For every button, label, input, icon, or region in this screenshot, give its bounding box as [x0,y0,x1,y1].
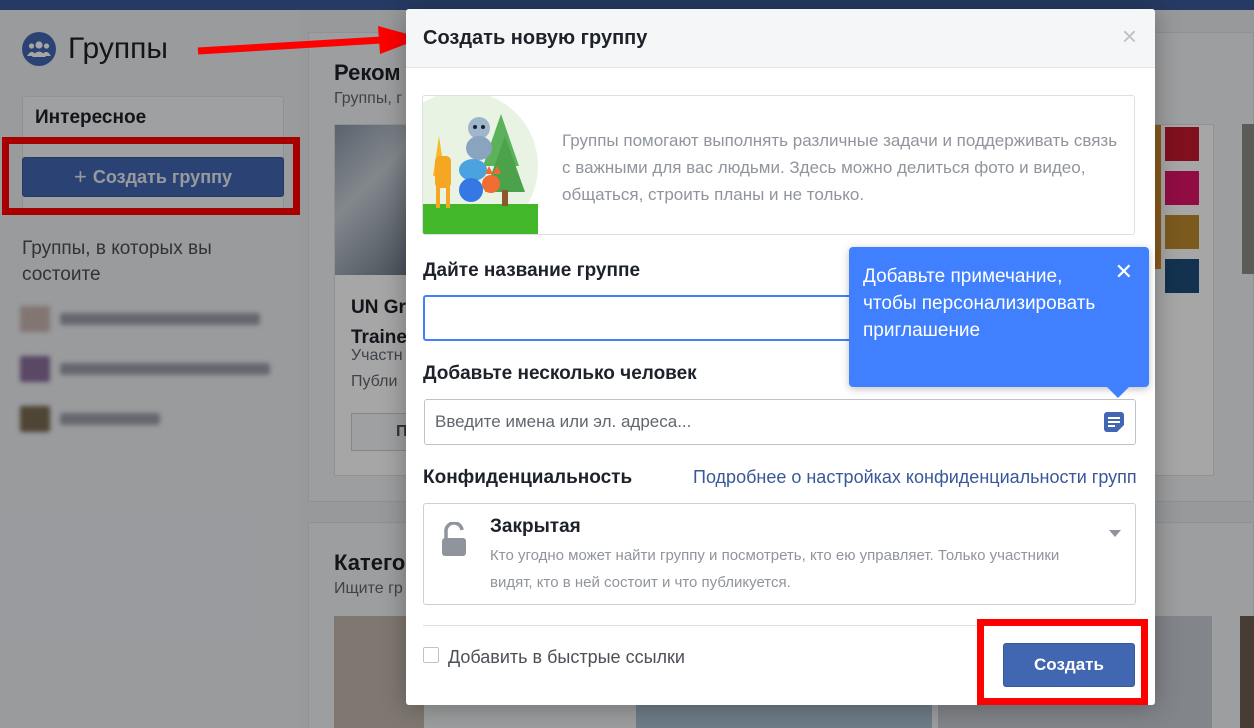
privacy-select[interactable]: Закрытая Кто угодно может найти группу и… [423,503,1136,605]
info-banner: Группы помогают выполнять различные зада… [422,95,1135,235]
add-people-label: Добавьте несколько человек [423,363,697,384]
dialog-title: Создать новую группу [423,27,648,49]
highlight-box-submit [977,619,1148,705]
add-people-placeholder: Введите имена или эл. адреса... [435,412,692,431]
add-people-input[interactable]: Введите имена или эл. адреса... [424,399,1136,445]
tooltip-text: Добавьте примечание, чтобы персонализиро… [863,266,1096,341]
group-name-label: Дайте название группе [423,260,641,281]
bookmark-checkbox-label[interactable]: Добавить в быстрые ссылки [448,647,685,668]
privacy-help-link[interactable]: Подробнее о настройках конфиденциальност… [693,467,1137,488]
privacy-option-description: Кто угодно может найти группу и посмотре… [490,547,1060,591]
info-text: Группы помогают выполнять различные зада… [562,131,1118,204]
tooltip-close-icon[interactable]: ✕ [1115,261,1133,283]
privacy-option-title: Закрытая [490,516,581,537]
groups-illustration [423,96,538,234]
chevron-down-icon[interactable] [1109,530,1121,537]
bookmark-checkbox[interactable] [423,647,439,663]
tooltip-arrow [1107,387,1129,398]
privacy-label: Конфиденциальность [423,467,633,488]
lock-icon [442,522,466,556]
arrow-annotation [197,26,422,55]
note-tooltip: Добавьте примечание, чтобы персонализиро… [849,247,1149,398]
close-icon[interactable]: × [1122,23,1137,49]
note-icon[interactable] [1103,411,1125,433]
dialog-header: Создать новую группу × [406,9,1155,68]
